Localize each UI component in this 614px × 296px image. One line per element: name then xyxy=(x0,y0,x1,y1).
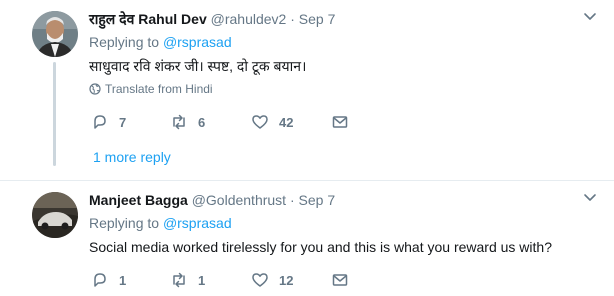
separator: · xyxy=(290,11,295,27)
reply-icon xyxy=(94,115,106,129)
tweet-actions: 1 1 12 xyxy=(89,271,369,289)
retweet-count: 1 xyxy=(198,272,206,288)
avatar[interactable] xyxy=(32,11,78,57)
heart-icon xyxy=(252,115,268,129)
separator: · xyxy=(289,192,295,208)
heart-icon xyxy=(252,273,268,287)
more-replies-link[interactable]: 1 more reply xyxy=(93,149,171,165)
reply-count: 1 xyxy=(119,272,127,288)
replying-prefix: Replying to xyxy=(89,34,160,50)
timestamp[interactable]: Sep 7 xyxy=(299,11,336,27)
handle[interactable]: @Goldenthrust xyxy=(192,192,286,208)
like-count: 12 xyxy=(279,272,294,288)
replying-to: Replying to @rsprasad xyxy=(89,34,232,50)
tweet-text: Social media worked tirelessly for you a… xyxy=(89,239,552,255)
timestamp[interactable]: Sep 7 xyxy=(299,192,336,208)
replying-prefix: Replying to xyxy=(89,215,160,231)
direct-message-button[interactable] xyxy=(331,113,349,131)
like-button[interactable]: 12 xyxy=(251,271,293,289)
replying-to-link[interactable]: @rsprasad xyxy=(163,215,232,231)
retweet-count: 6 xyxy=(198,114,206,130)
envelope-icon xyxy=(332,274,348,286)
thread-dots xyxy=(53,150,56,168)
translate-label: Translate from Hindi xyxy=(105,82,213,96)
handle[interactable]: @rahuldev2 xyxy=(211,11,287,27)
reply-icon xyxy=(94,273,106,287)
replying-to: Replying to @rsprasad xyxy=(89,215,232,231)
avatar[interactable] xyxy=(32,192,78,238)
tweet-manjeet-bagga[interactable]: Manjeet Bagga @Goldenthrust · Sep 7 Repl… xyxy=(0,181,614,296)
retweet-icon xyxy=(173,114,185,130)
tweet-text: साधुवाद रवि शंकर जी। स्पष्ट, दो टूक बयान… xyxy=(89,58,307,74)
retweet-icon xyxy=(173,272,185,288)
like-count: 42 xyxy=(279,114,294,130)
like-button[interactable]: 42 xyxy=(251,113,293,131)
reply-count: 7 xyxy=(119,114,127,130)
chevron-down-icon[interactable] xyxy=(582,8,598,24)
display-name[interactable]: Manjeet Bagga xyxy=(89,192,188,208)
tweet-header: राहुल देव Rahul Dev @rahuldev2 · Sep 7 xyxy=(89,10,335,29)
direct-message-button[interactable] xyxy=(331,271,349,289)
reply-button[interactable]: 1 xyxy=(91,271,126,289)
envelope-icon xyxy=(332,116,348,128)
translate-link[interactable]: Translate from Hindi xyxy=(89,82,213,96)
tweet-header: Manjeet Bagga @Goldenthrust · Sep 7 xyxy=(89,192,335,208)
tweet-rahul-dev[interactable]: राहुल देव Rahul Dev @rahuldev2 · Sep 7 R… xyxy=(0,0,614,181)
tweet-actions: 7 6 42 xyxy=(89,113,369,131)
reply-button[interactable]: 7 xyxy=(91,113,126,131)
replying-to-link[interactable]: @rsprasad xyxy=(163,34,232,50)
chevron-down-icon[interactable] xyxy=(582,189,598,205)
retweet-button[interactable]: 6 xyxy=(170,113,205,131)
globe-icon xyxy=(89,83,101,95)
retweet-button[interactable]: 1 xyxy=(170,271,205,289)
display-name[interactable]: राहुल देव Rahul Dev xyxy=(89,11,207,27)
